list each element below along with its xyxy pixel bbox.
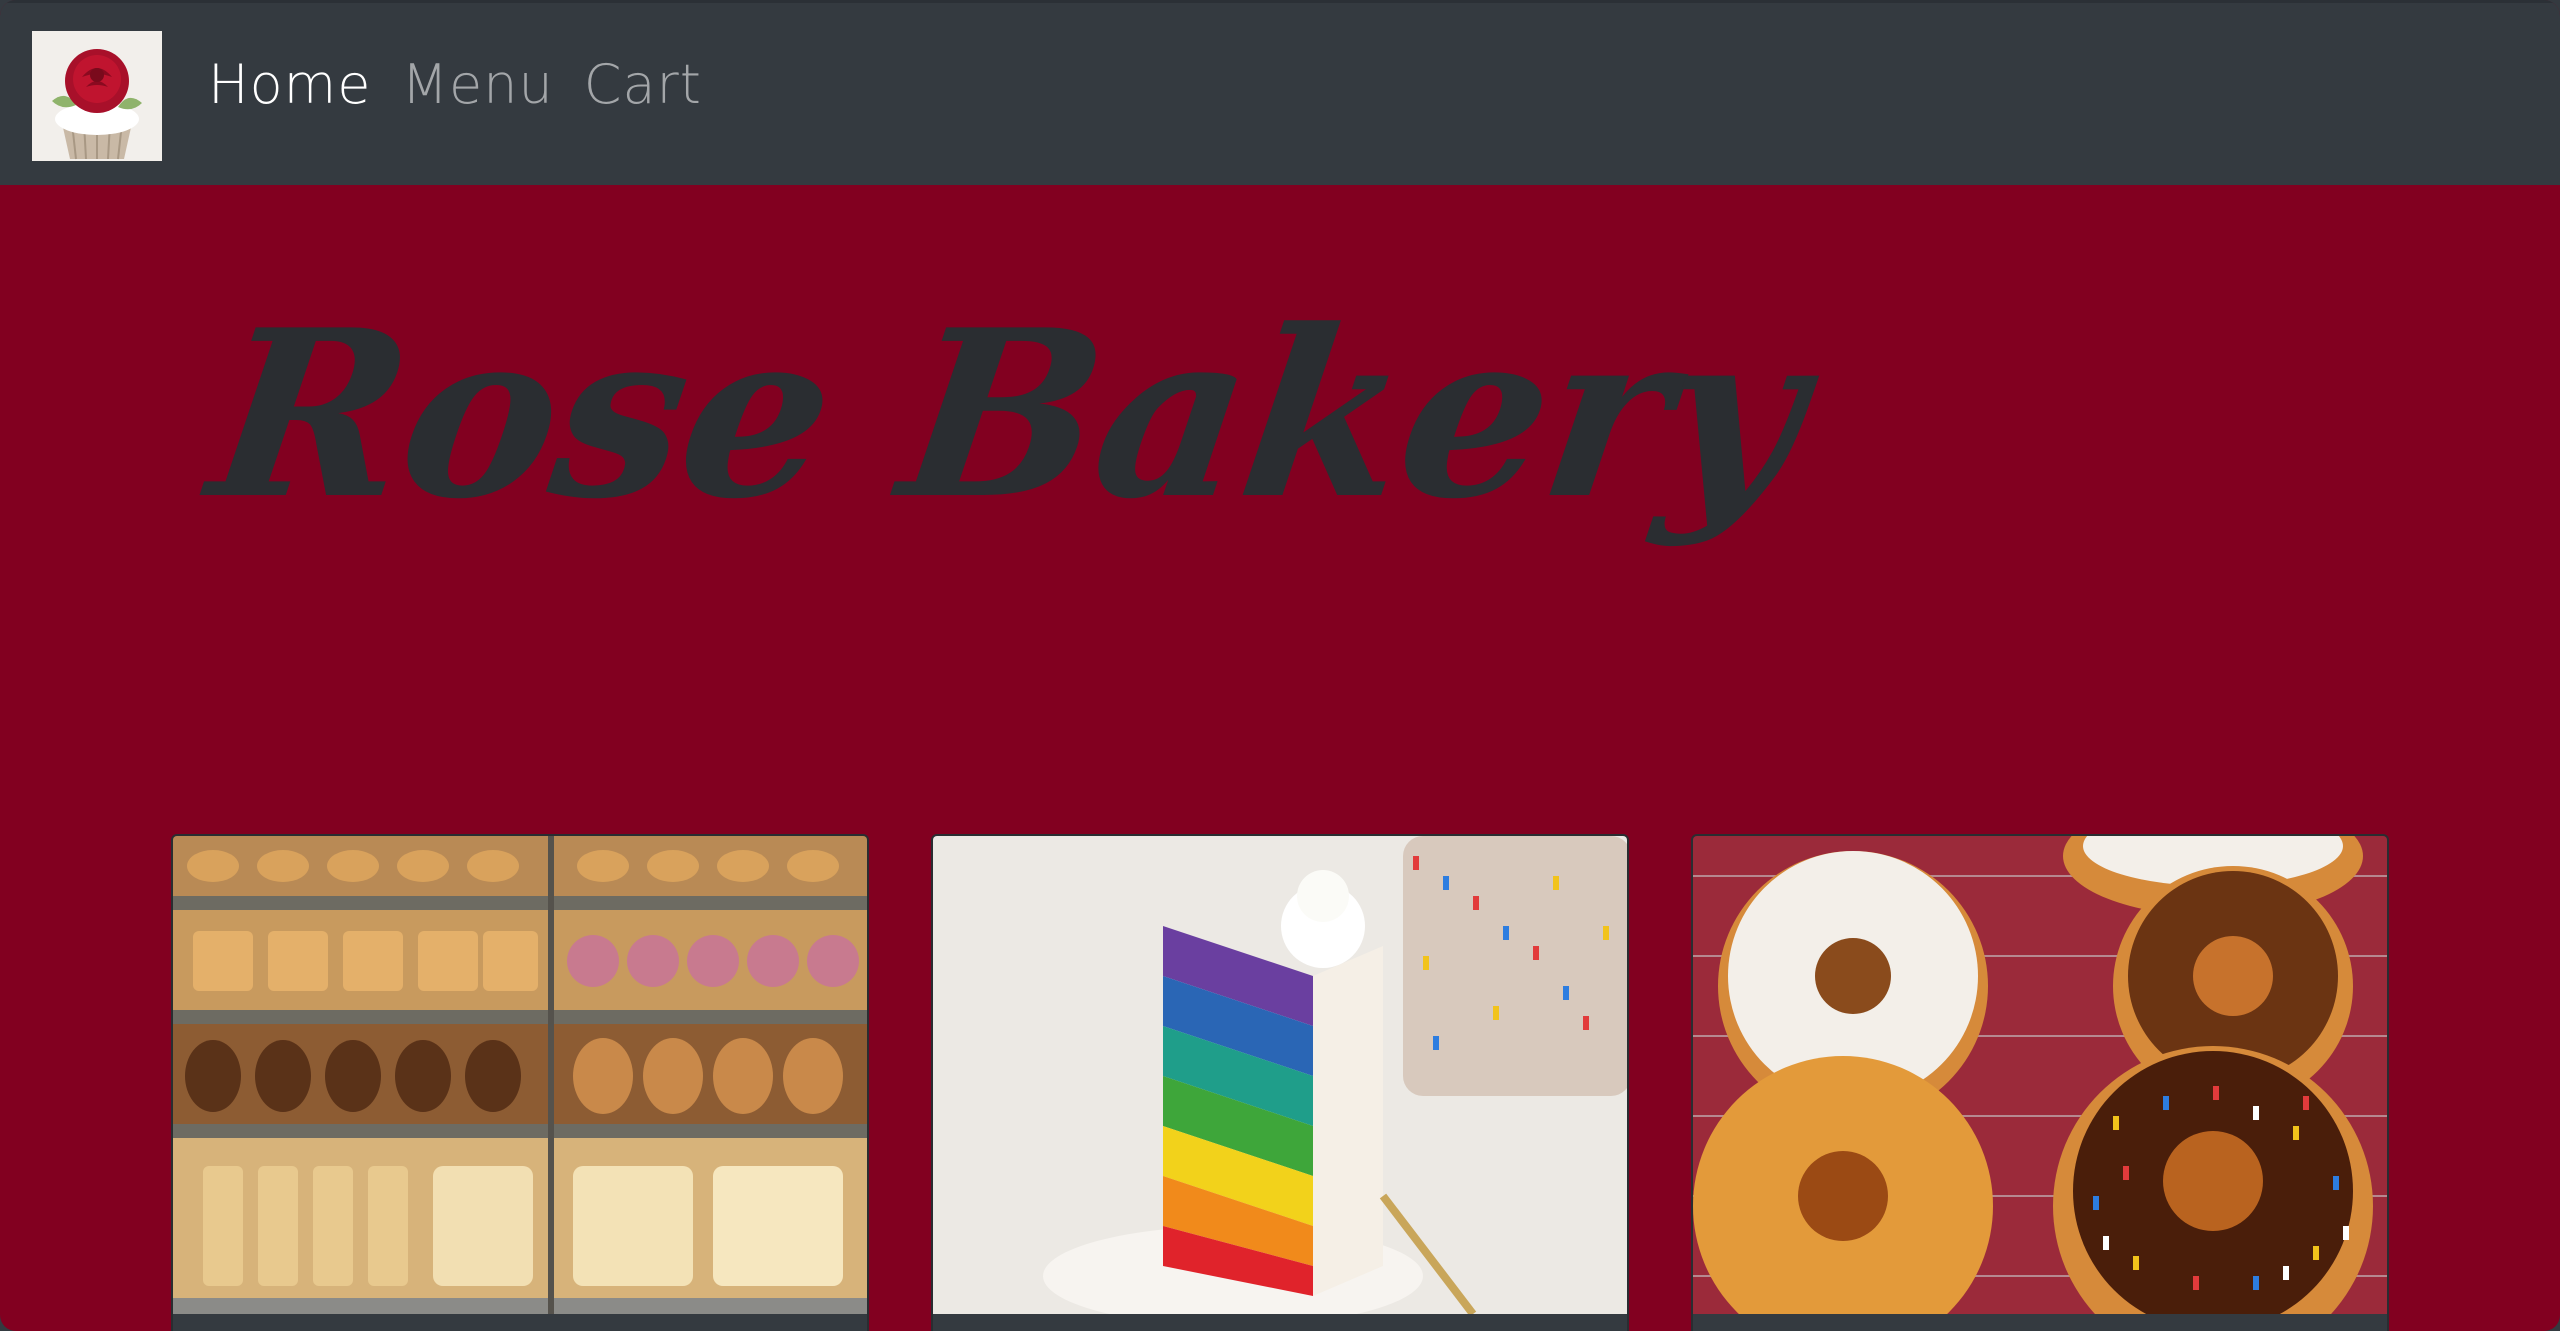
navbar: Home Menu Cart xyxy=(0,0,2560,185)
product-card-donuts[interactable] xyxy=(1691,834,2389,1331)
nav-home-link[interactable]: Home xyxy=(208,53,371,116)
product-card-bakery[interactable] xyxy=(171,834,869,1331)
nav-cart-link[interactable]: Cart xyxy=(584,53,702,116)
product-card-cake[interactable] xyxy=(931,834,1629,1331)
hero-title: Rose Bakery xyxy=(197,280,1818,550)
donuts-on-rack-image xyxy=(1693,836,2387,1314)
nav-menu-link[interactable]: Menu xyxy=(401,53,553,116)
rose-cupcake-logo-icon[interactable] xyxy=(32,31,162,161)
nav-links: Home Menu Cart xyxy=(208,53,702,116)
rainbow-layer-cake-image xyxy=(933,836,1627,1314)
bakery-display-case-image xyxy=(173,836,867,1314)
app-window: Home Menu Cart Rose Bakery xyxy=(0,0,2560,1331)
